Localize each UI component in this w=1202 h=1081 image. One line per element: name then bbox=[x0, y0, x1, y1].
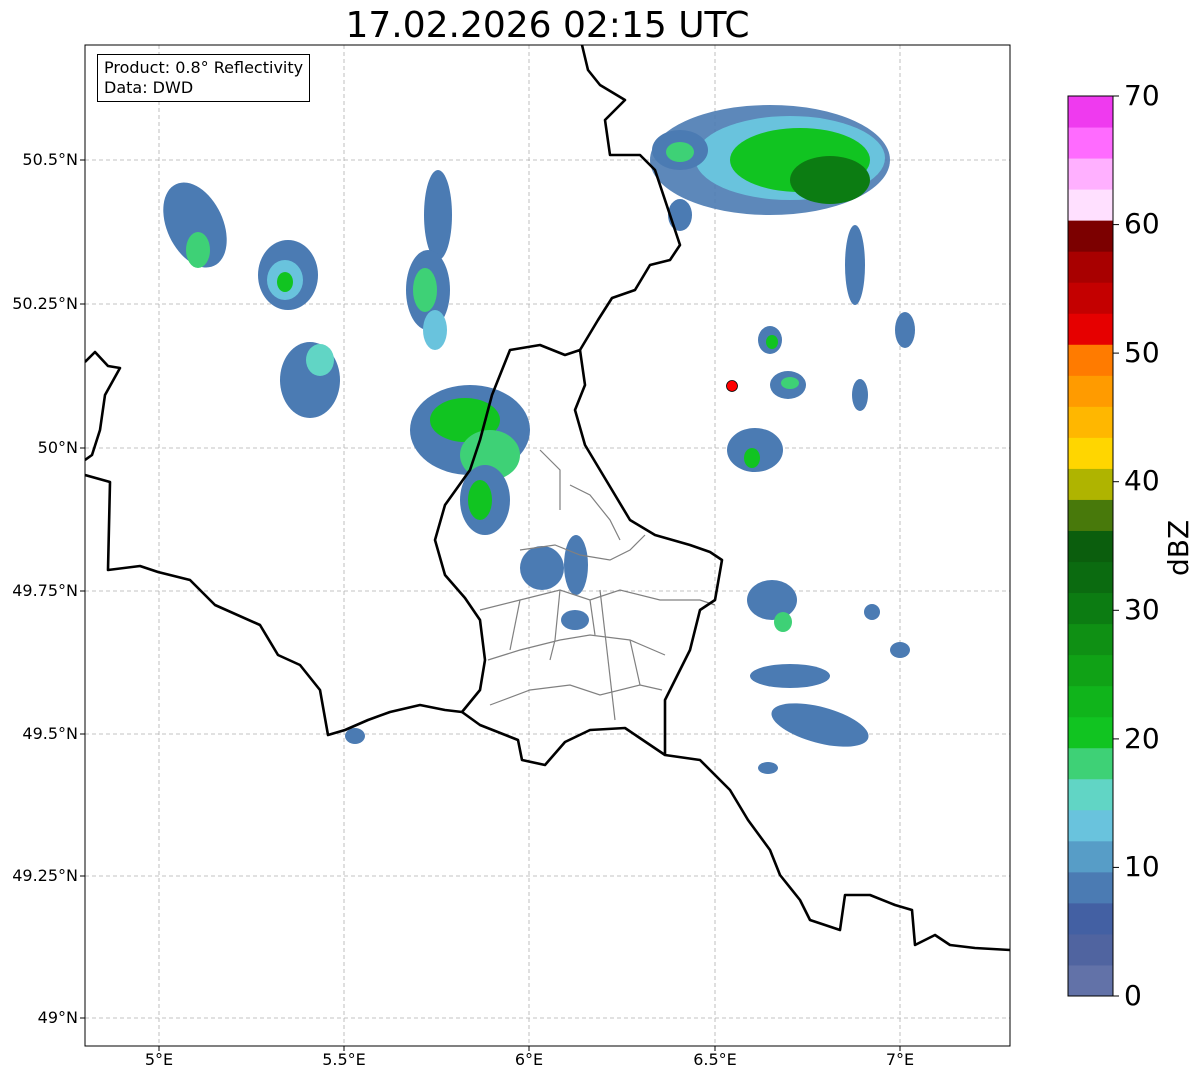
colorbar-segment bbox=[1068, 871, 1113, 904]
colorbar-segment bbox=[1068, 902, 1113, 935]
colorbar-segment bbox=[1068, 189, 1113, 221]
lon-label: 5°E bbox=[144, 1050, 174, 1069]
colorbar-segment bbox=[1068, 623, 1113, 656]
lon-label: 6.5°E bbox=[693, 1050, 737, 1069]
colorbar-ticks bbox=[1113, 95, 1119, 997]
precipitation-echoes bbox=[163, 105, 915, 774]
lat-label: 49.5°N bbox=[22, 724, 78, 743]
colorbar-tick-label: 20 bbox=[1124, 722, 1160, 755]
colorbar-segment bbox=[1068, 840, 1113, 873]
colorbar-segment bbox=[1068, 530, 1113, 563]
colorbar-segment bbox=[1068, 964, 1113, 997]
colorbar-segment bbox=[1068, 282, 1113, 314]
colorbar-segment bbox=[1068, 716, 1113, 749]
colorbar-segment bbox=[1068, 437, 1113, 469]
colorbar bbox=[1068, 96, 1113, 997]
colorbar-tick-label: 70 bbox=[1124, 79, 1160, 112]
lat-label: 50°N bbox=[37, 438, 78, 457]
lat-label: 49.75°N bbox=[12, 581, 78, 600]
colorbar-segment bbox=[1068, 158, 1113, 190]
radar-site-marker bbox=[726, 380, 738, 392]
colorbar-segment bbox=[1068, 251, 1113, 283]
colorbar-segment bbox=[1068, 468, 1113, 500]
colorbar-segment bbox=[1068, 313, 1113, 345]
colorbar-tick-label: 40 bbox=[1124, 464, 1160, 497]
lon-label: 6°E bbox=[514, 1050, 544, 1069]
colorbar-segment bbox=[1068, 778, 1113, 811]
colorbar-segment bbox=[1068, 747, 1113, 780]
colorbar-segment bbox=[1068, 499, 1113, 531]
district-boundaries bbox=[479, 449, 716, 721]
lat-label: 50.5°N bbox=[22, 150, 78, 169]
colorbar-segment bbox=[1068, 406, 1113, 438]
colorbar-segment bbox=[1068, 654, 1113, 687]
colorbar-tick-label: 60 bbox=[1124, 207, 1160, 240]
colorbar-tick-label: 10 bbox=[1124, 850, 1160, 883]
colorbar-segment bbox=[1068, 809, 1113, 842]
product-label: Product: 0.8° Reflectivity bbox=[104, 58, 304, 77]
colorbar-segment bbox=[1068, 933, 1113, 966]
lat-label: 50.25°N bbox=[12, 294, 78, 313]
info-box: Product: 0.8° Reflectivity Data: DWD bbox=[97, 54, 311, 102]
colorbar-tick-label: 50 bbox=[1124, 336, 1160, 369]
lat-label: 49.25°N bbox=[12, 866, 78, 885]
colorbar-segment bbox=[1068, 592, 1113, 625]
colorbar-segment bbox=[1068, 375, 1113, 407]
colorbar-segment bbox=[1068, 561, 1113, 594]
colorbar-tick-label: 30 bbox=[1124, 593, 1160, 626]
lon-label: 7°E bbox=[885, 1050, 915, 1069]
colorbar-segment bbox=[1068, 685, 1113, 718]
colorbar-segment bbox=[1068, 344, 1113, 376]
radar-map bbox=[80, 44, 1119, 1051]
colorbar-segment bbox=[1068, 220, 1113, 252]
lon-label: 5.5°E bbox=[322, 1050, 366, 1069]
colorbar-unit-label: dBZ bbox=[1162, 519, 1195, 576]
colorbar-segment bbox=[1068, 127, 1113, 159]
colorbar-segment bbox=[1068, 96, 1113, 128]
lat-label: 49°N bbox=[37, 1008, 78, 1027]
data-source-label: Data: DWD bbox=[104, 78, 194, 97]
colorbar-tick-label: 0 bbox=[1124, 979, 1142, 1012]
